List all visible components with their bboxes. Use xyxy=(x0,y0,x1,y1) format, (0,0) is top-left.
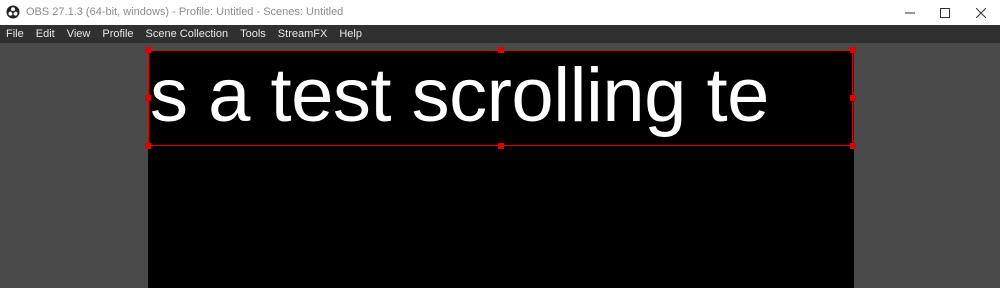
menu-tools[interactable]: Tools xyxy=(234,25,272,43)
text-source[interactable]: s a test scrolling te xyxy=(148,50,854,147)
resize-handle-left[interactable] xyxy=(145,95,151,101)
menu-bar: File Edit View Profile Scene Collection … xyxy=(0,25,1000,43)
minimize-icon xyxy=(905,12,915,13)
close-button[interactable] xyxy=(958,0,1000,25)
menu-help[interactable]: Help xyxy=(333,25,368,43)
close-icon xyxy=(976,7,986,18)
resize-handle-top-right[interactable] xyxy=(850,47,856,53)
resize-handle-top[interactable] xyxy=(498,47,504,53)
resize-handle-bottom[interactable] xyxy=(498,143,504,149)
preview-canvas[interactable]: s a test scrolling te xyxy=(148,50,854,288)
resize-handle-bottom-right[interactable] xyxy=(850,143,856,149)
menu-edit[interactable]: Edit xyxy=(30,25,61,43)
obs-logo-icon xyxy=(6,5,20,19)
obs-main-window: OBS 27.1.3 (64-bit, windows) - Profile: … xyxy=(0,0,1000,288)
resize-handle-top-left[interactable] xyxy=(145,47,151,53)
preview-panel: s a test scrolling te xyxy=(0,43,1000,288)
resize-handle-right[interactable] xyxy=(850,95,856,101)
menu-file[interactable]: File xyxy=(0,25,30,43)
window-title: OBS 27.1.3 (64-bit, windows) - Profile: … xyxy=(26,6,344,18)
title-bar: OBS 27.1.3 (64-bit, windows) - Profile: … xyxy=(0,0,1000,25)
maximize-icon xyxy=(940,7,950,18)
menu-streamfx[interactable]: StreamFX xyxy=(272,25,334,43)
menu-view[interactable]: View xyxy=(61,25,97,43)
menu-scene-collection[interactable]: Scene Collection xyxy=(140,25,235,43)
scrolling-text: s a test scrolling te xyxy=(150,53,769,138)
menu-profile[interactable]: Profile xyxy=(96,25,139,43)
resize-handle-bottom-left[interactable] xyxy=(145,143,151,149)
